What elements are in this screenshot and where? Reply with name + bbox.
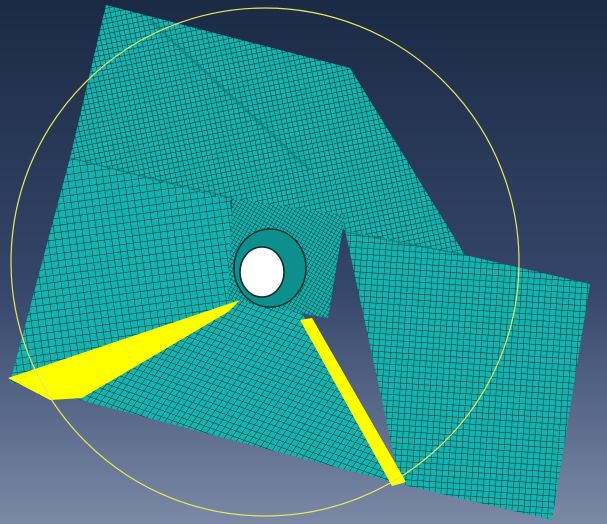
model-viewport[interactable]: [0, 0, 607, 524]
mesh-scene[interactable]: [0, 0, 607, 524]
bore-opening: [239, 246, 285, 298]
bore-hole[interactable]: [233, 228, 307, 308]
